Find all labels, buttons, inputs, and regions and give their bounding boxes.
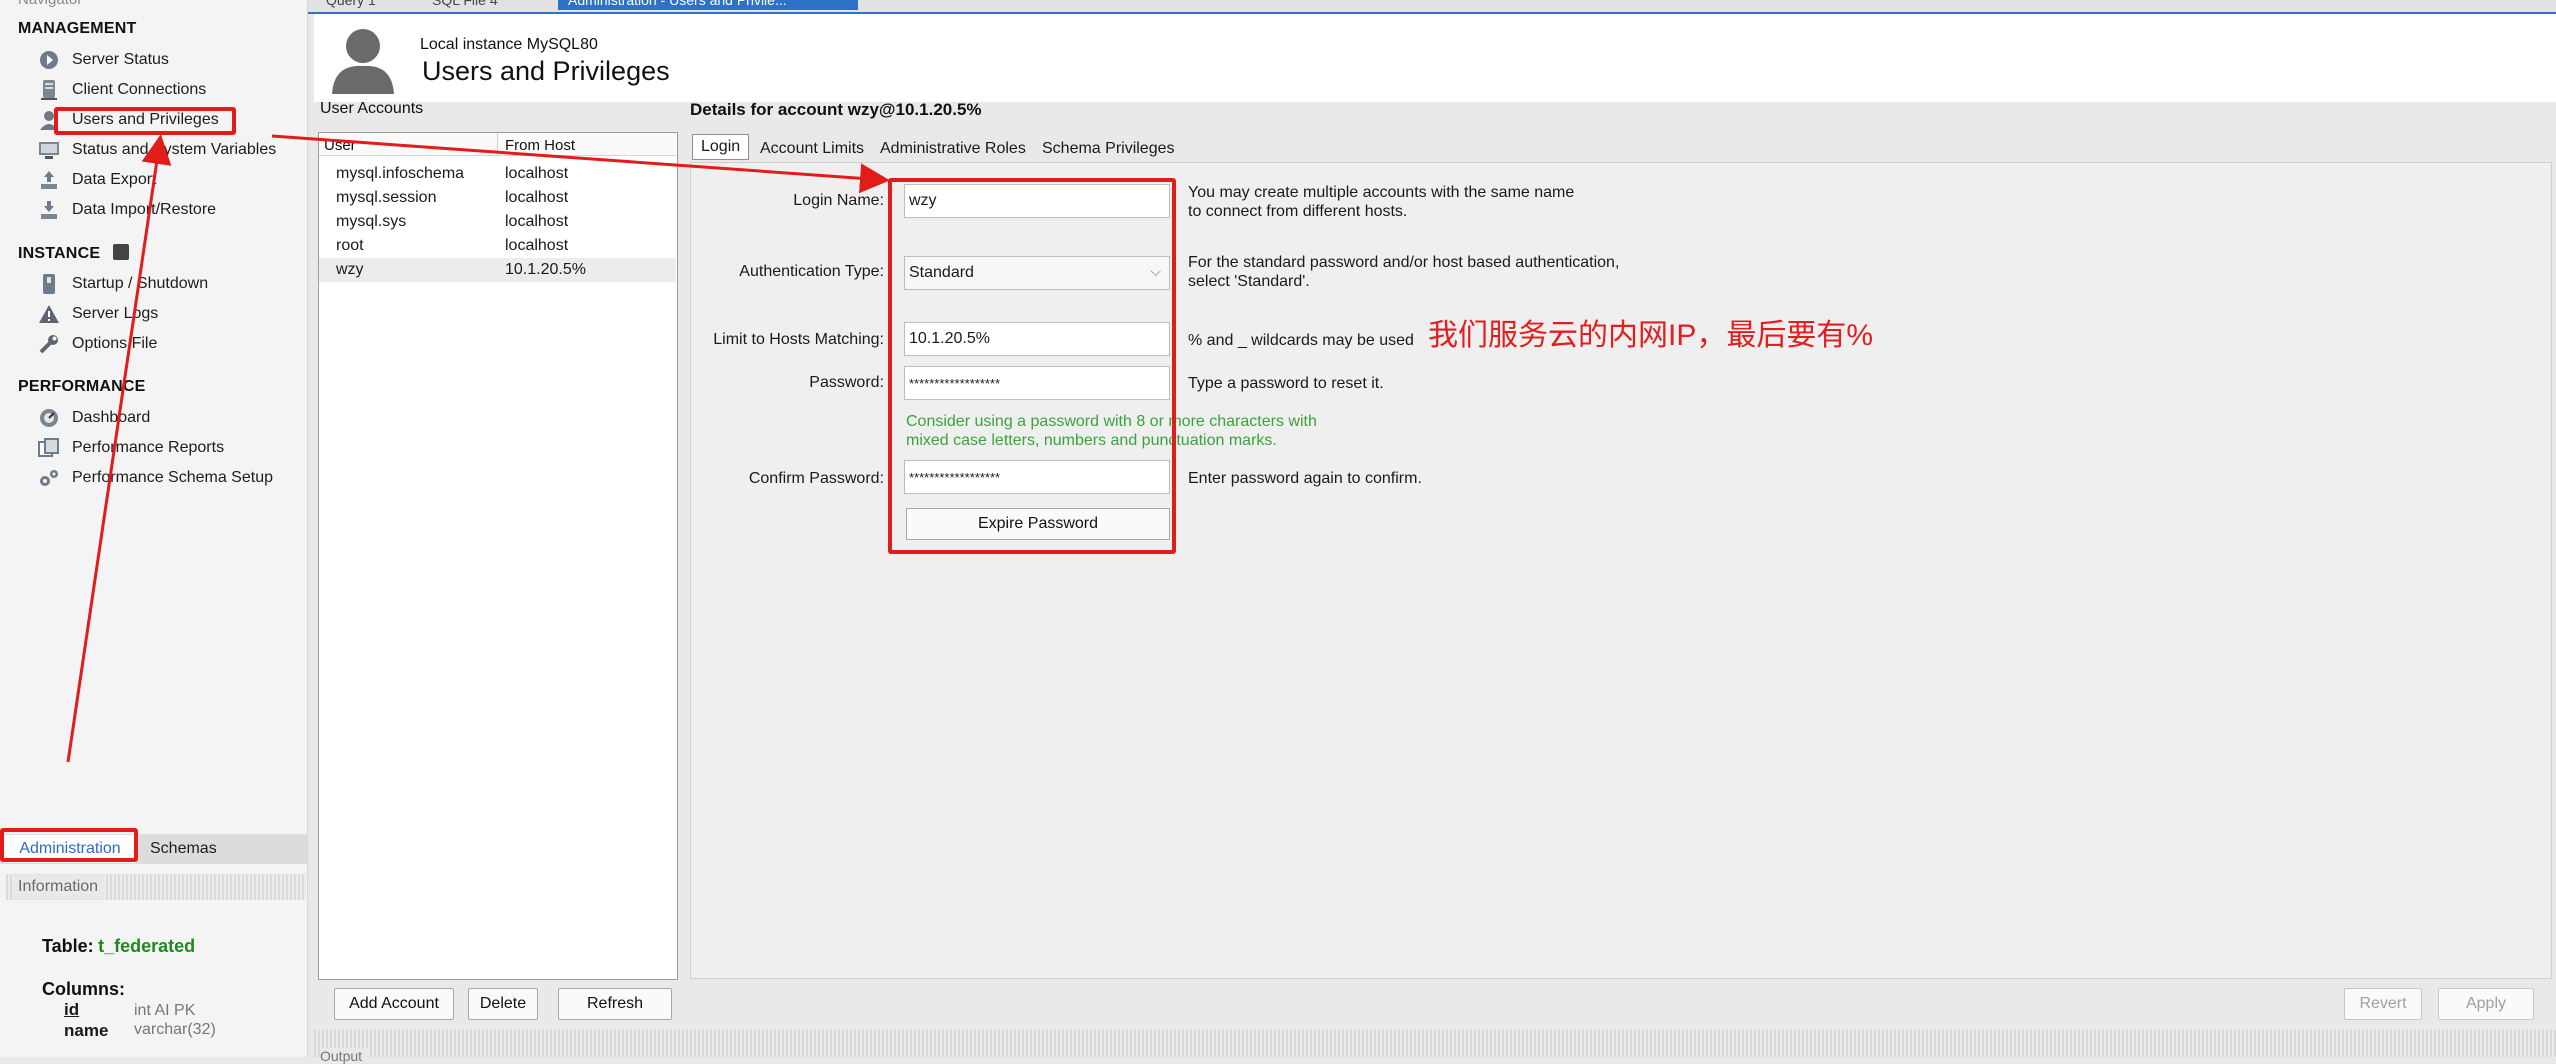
- annotation-arrow-admin-to-users: [66, 134, 172, 763]
- annotation-arrows: [66, 134, 890, 763]
- annotation-arrow-users-to-fields: [271, 134, 890, 194]
